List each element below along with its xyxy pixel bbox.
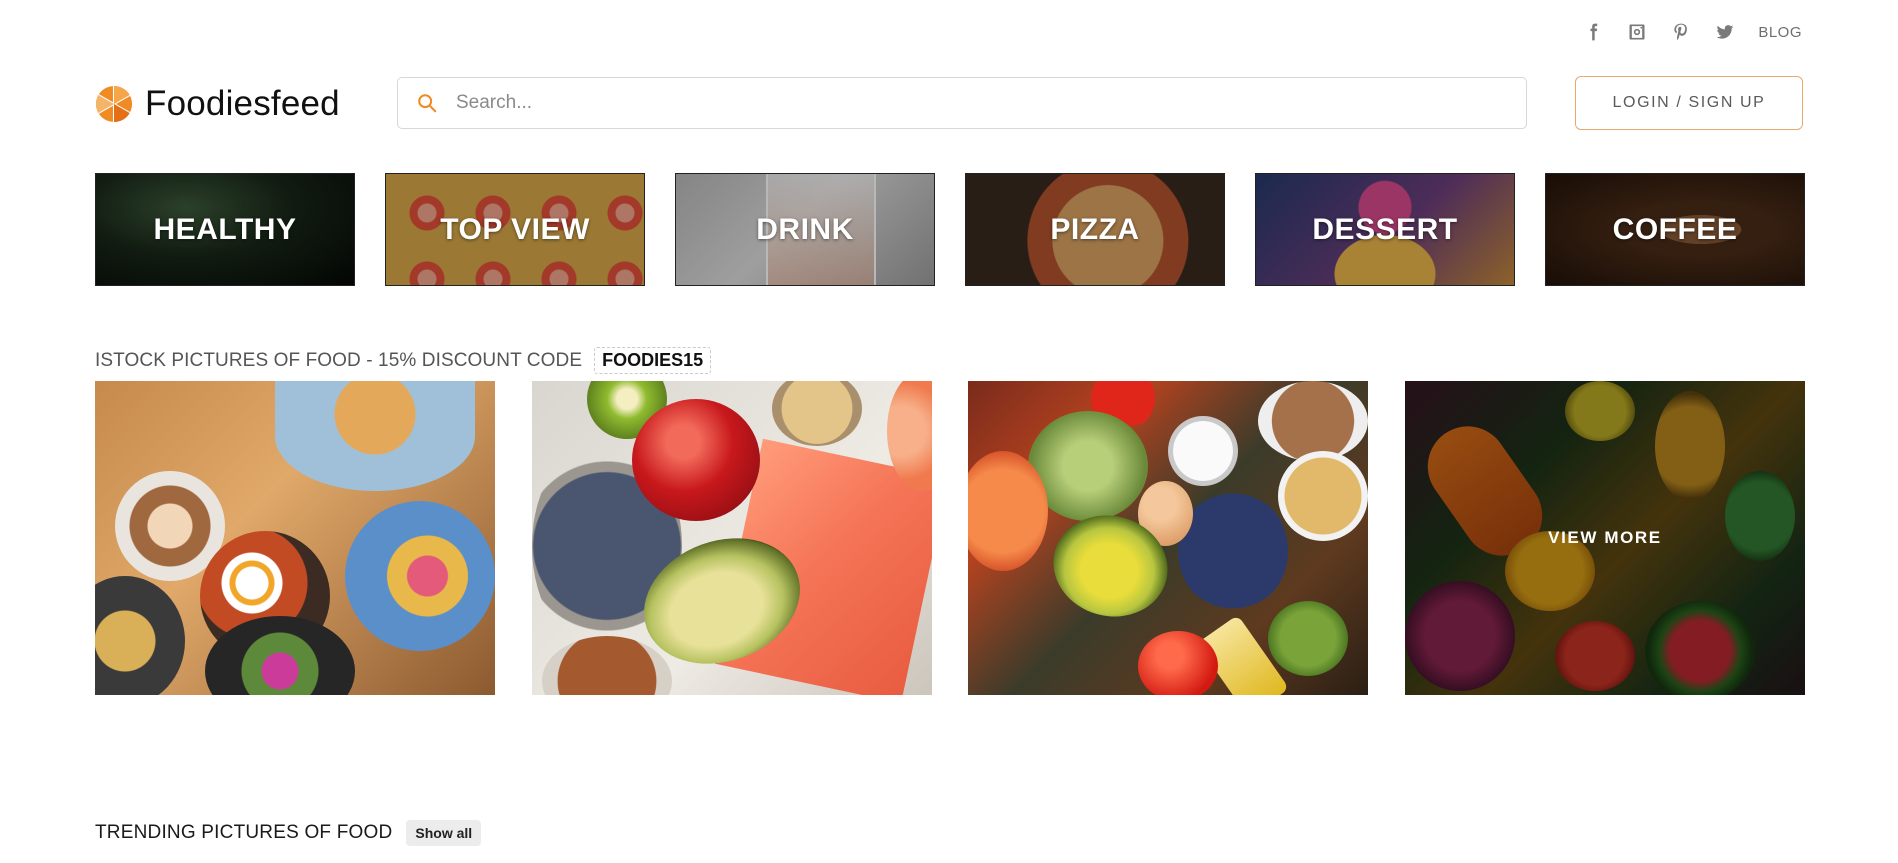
- search-icon[interactable]: [398, 77, 456, 129]
- trending-title: TRENDING PICTURES OF FOOD: [95, 822, 393, 843]
- category-label: DESSERT: [1312, 212, 1458, 246]
- istock-title: ISTOCK PICTURES OF FOOD - 15% DISCOUNT C…: [95, 349, 583, 371]
- twitter-icon[interactable]: [1710, 18, 1740, 46]
- category-dessert[interactable]: DESSERT: [1255, 173, 1515, 286]
- login-signup-button[interactable]: LOGIN / SIGN UP: [1575, 76, 1803, 130]
- foodiesfeed-logo-icon: [95, 85, 133, 123]
- istock-section-heading: ISTOCK PICTURES OF FOOD - 15% DISCOUNT C…: [95, 347, 712, 374]
- category-pizza[interactable]: PIZZA: [965, 173, 1225, 286]
- category-healthy[interactable]: HEALTHY: [95, 173, 355, 286]
- logo-text: Foodiesfeed: [145, 84, 340, 123]
- istock-view-more-tile[interactable]: VIEW MORE: [1404, 381, 1805, 695]
- istock-photo-assorted-foods[interactable]: [968, 381, 1369, 695]
- istock-photo-brunch[interactable]: [95, 381, 495, 695]
- category-label: COFFEE: [1612, 212, 1738, 246]
- site-header: Foodiesfeed LOGIN / SIGN UP: [95, 76, 1803, 130]
- category-label: TOP VIEW: [440, 212, 590, 246]
- category-drink[interactable]: DRINK: [675, 173, 935, 286]
- discount-code[interactable]: FOODIES15: [594, 347, 712, 374]
- logo[interactable]: Foodiesfeed: [95, 84, 340, 124]
- category-tiles: HEALTHY TOP VIEW DRINK PIZZA DESSERT COF…: [95, 173, 1805, 286]
- search-bar: [397, 77, 1527, 129]
- pinterest-icon[interactable]: [1666, 18, 1696, 46]
- social-bar: BLOG: [1578, 18, 1802, 46]
- facebook-icon[interactable]: [1578, 18, 1608, 46]
- category-label: PIZZA: [1050, 212, 1140, 246]
- category-label: HEALTHY: [153, 212, 297, 246]
- category-label: DRINK: [756, 212, 854, 246]
- category-coffee[interactable]: COFFEE: [1545, 173, 1805, 286]
- category-top-view[interactable]: TOP VIEW: [385, 173, 645, 286]
- search-input[interactable]: [456, 79, 1526, 127]
- blog-link[interactable]: BLOG: [1758, 24, 1802, 41]
- view-more-label: VIEW MORE: [1548, 528, 1662, 547]
- instagram-icon[interactable]: [1622, 18, 1652, 46]
- istock-photo-healthy-foods[interactable]: [531, 381, 932, 695]
- show-all-button[interactable]: Show all: [406, 820, 482, 846]
- istock-gallery: VIEW MORE: [95, 381, 1805, 695]
- trending-section-heading: TRENDING PICTURES OF FOOD Show all: [95, 820, 482, 846]
